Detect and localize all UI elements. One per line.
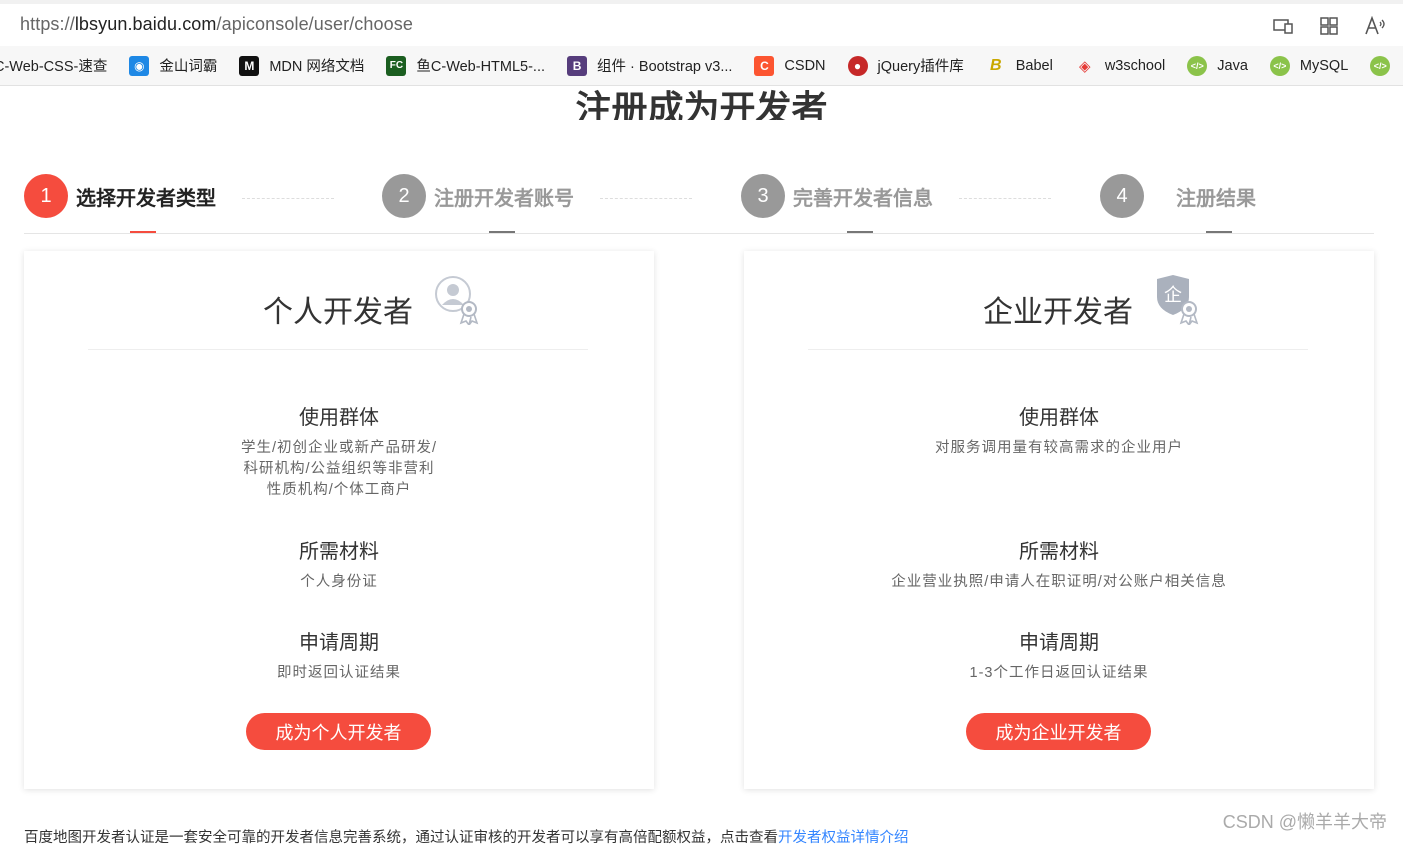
step-number: 3 bbox=[741, 174, 785, 218]
step-label: 选择开发者类型 bbox=[76, 187, 216, 210]
card-title: 企业开发者 bbox=[983, 296, 1133, 329]
target-users-section: 使用群体 学生/初创企业或新产品研发/ 科研机构/公益组织等非营利 性质机构/个… bbox=[24, 401, 654, 501]
w3school-icon: ◈ bbox=[1079, 57, 1091, 75]
step-label: 注册结果 bbox=[1176, 187, 1256, 210]
card-header: 个人开发者 bbox=[88, 251, 588, 350]
step-number: 1 bbox=[24, 174, 68, 218]
device-icon[interactable] bbox=[1271, 14, 1295, 38]
period-section: 申请周期 1-3个工作日返回认证结果 bbox=[744, 626, 1374, 684]
mdn-icon: M bbox=[239, 55, 260, 76]
section-text: 对服务调用量有较高需求的企业用户 bbox=[935, 440, 1183, 456]
read-aloud-icon[interactable] bbox=[1363, 14, 1387, 38]
fishc-icon: FC bbox=[386, 55, 407, 76]
personal-developer-card: 个人开发者 使用群体 学生/初创企业或新产品研发/ 科研机构/公益组织等非营利 … bbox=[24, 251, 654, 789]
section-heading: 所需材料 bbox=[299, 541, 379, 563]
step-indicator bbox=[130, 231, 156, 233]
bookmark-csdn[interactable]: C CSDN bbox=[754, 55, 826, 76]
step-number: 2 bbox=[382, 174, 426, 218]
runoob-icon: </> bbox=[1269, 55, 1290, 76]
bookmark-css-reference[interactable]: C-Web-CSS-速查 bbox=[0, 55, 107, 76]
watermark: CSDN @懒羊羊大帝 bbox=[1222, 812, 1387, 832]
become-enterprise-developer-button[interactable]: 成为企业开发者 bbox=[966, 713, 1151, 750]
card-header: 企业开发者 企 bbox=[808, 251, 1308, 350]
step-divider bbox=[242, 198, 334, 199]
step-indicator bbox=[847, 231, 873, 233]
runoob-icon: </> bbox=[1187, 55, 1208, 76]
bookmark-bootstrap[interactable]: B 组件 · Bootstrap v3... bbox=[567, 55, 732, 76]
section-heading: 使用群体 bbox=[299, 407, 379, 429]
step-complete-info: 3 完善开发者信息 bbox=[741, 174, 933, 218]
url-field[interactable]: https://lbsyun.baidu.com/apiconsole/user… bbox=[20, 14, 413, 35]
step-divider bbox=[600, 198, 692, 199]
step-number: 4 bbox=[1100, 174, 1144, 218]
materials-section: 所需材料 个人身份证 bbox=[24, 535, 654, 593]
materials-section: 所需材料 企业营业执照/申请人在职证明/对公账户相关信息 bbox=[744, 535, 1374, 593]
section-text: 企业营业执照/申请人在职证明/对公账户相关信息 bbox=[891, 574, 1227, 590]
bookmark-babel[interactable]: B Babel bbox=[986, 56, 1053, 76]
card-title: 个人开发者 bbox=[263, 296, 413, 329]
step-label: 注册开发者账号 bbox=[434, 187, 574, 210]
bookmark-ciba[interactable]: ◉ 金山词霸 bbox=[129, 55, 217, 76]
become-personal-developer-button[interactable]: 成为个人开发者 bbox=[246, 713, 431, 750]
personal-certificate-icon bbox=[434, 275, 482, 327]
step-indicator bbox=[489, 231, 515, 233]
extensions-icon[interactable] bbox=[1317, 14, 1341, 38]
bookmark-fishc[interactable]: FC 鱼C-Web-HTML5-... bbox=[386, 55, 545, 76]
step-register-account: 2 注册开发者账号 bbox=[382, 174, 574, 218]
section-text: 个人身份证 bbox=[300, 574, 378, 590]
section-text: 即时返回认证结果 bbox=[277, 665, 401, 681]
enterprise-developer-card: 企业开发者 企 使用群体 对服务调用量有较高需求的企业用户 所需材料 企业营业执… bbox=[744, 251, 1374, 789]
benefits-detail-link[interactable]: 开发者权益详情介绍 bbox=[778, 830, 909, 846]
section-text: 1-3个工作日返回认证结果 bbox=[969, 665, 1149, 681]
bookmark-jquery[interactable]: ● jQuery插件库 bbox=[847, 55, 964, 76]
svg-text:企: 企 bbox=[1164, 285, 1182, 306]
footer-description: 百度地图开发者认证是一套安全可靠的开发者信息完善系统，通过认证审核的开发者可以享… bbox=[24, 830, 909, 846]
step-choose-type: 1 选择开发者类型 bbox=[24, 174, 216, 218]
target-users-section: 使用群体 对服务调用量有较高需求的企业用户 bbox=[744, 401, 1374, 459]
progress-steps: 1 选择开发者类型 2 注册开发者账号 3 完善开发者信息 4 注册结果 bbox=[24, 172, 1374, 234]
runoob-icon: </> bbox=[1370, 55, 1391, 76]
step-indicator bbox=[1206, 231, 1232, 233]
bookmark-java[interactable]: </> Java bbox=[1187, 55, 1248, 76]
bookmark-mdn[interactable]: M MDN 网络文档 bbox=[239, 55, 364, 76]
step-divider bbox=[959, 198, 1051, 199]
section-text: 学生/初创企业或新产品研发/ 科研机构/公益组织等非营利 性质机构/个体工商户 bbox=[240, 440, 438, 498]
bootstrap-icon: B bbox=[567, 55, 588, 76]
bookmark-w3school[interactable]: ◈ w3school bbox=[1075, 56, 1165, 76]
enterprise-certificate-icon: 企 bbox=[1154, 275, 1202, 327]
page-title: 注册成为开发者 bbox=[575, 88, 828, 120]
step-label: 完善开发者信息 bbox=[793, 187, 933, 210]
bookmark-mysql[interactable]: </> MySQL bbox=[1269, 55, 1348, 76]
section-heading: 申请周期 bbox=[1019, 632, 1099, 654]
address-bar: https://lbsyun.baidu.com/apiconsole/user… bbox=[0, 0, 1403, 46]
csdn-icon: C bbox=[754, 55, 775, 76]
babel-icon: B bbox=[989, 56, 1002, 74]
section-heading: 申请周期 bbox=[299, 632, 379, 654]
section-heading: 使用群体 bbox=[1019, 407, 1099, 429]
ciba-icon: ◉ bbox=[129, 55, 150, 76]
bookmark-overflow[interactable]: </> bbox=[1370, 55, 1400, 76]
period-section: 申请周期 即时返回认证结果 bbox=[24, 626, 654, 684]
jquery-icon: ● bbox=[847, 55, 868, 76]
section-heading: 所需材料 bbox=[1019, 541, 1099, 563]
step-result: 4 注册结果 bbox=[1100, 174, 1256, 218]
